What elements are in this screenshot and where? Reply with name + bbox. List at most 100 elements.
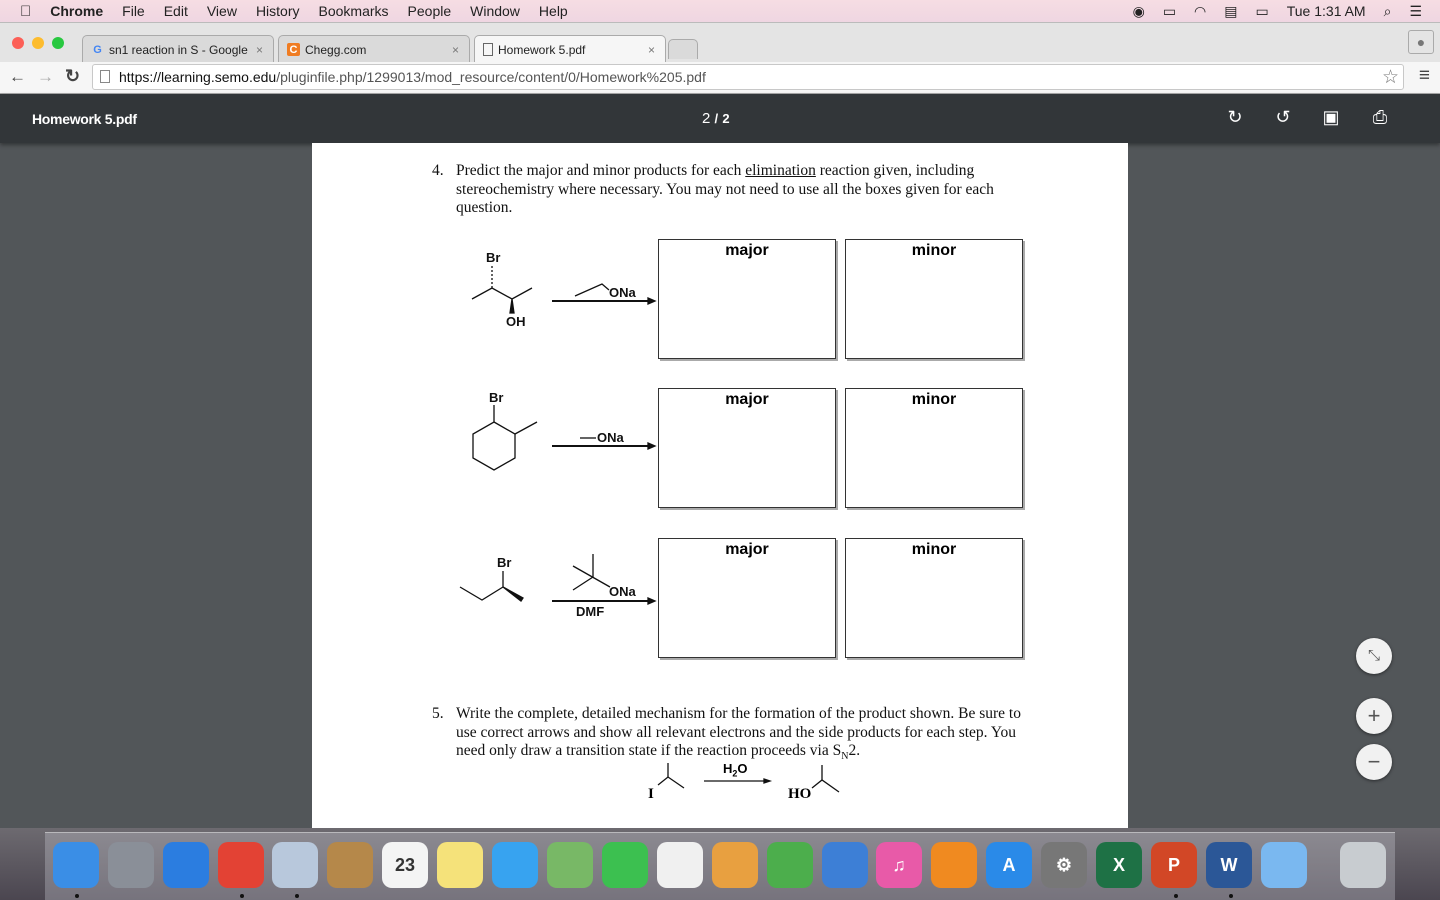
running-indicator xyxy=(75,894,79,898)
wifi-icon[interactable]: ◠ xyxy=(1194,3,1206,20)
zoom-in-button[interactable]: + xyxy=(1356,698,1392,734)
page-separator: / xyxy=(714,111,719,126)
forward-icon[interactable]: → xyxy=(37,67,54,87)
page-icon xyxy=(100,70,110,83)
box-label: major xyxy=(725,541,769,558)
battery-icon[interactable]: ▭ xyxy=(1256,3,1269,20)
dock-chrome-icon[interactable] xyxy=(218,842,264,888)
apple-icon[interactable]:  xyxy=(20,3,31,20)
new-tab-button[interactable] xyxy=(668,39,698,59)
answer-box-1-minor[interactable]: minor xyxy=(845,239,1023,359)
menu-file[interactable]: File xyxy=(122,3,145,19)
dock-word-icon[interactable]: W xyxy=(1206,842,1252,888)
reload-icon[interactable]: ↻ xyxy=(65,66,80,87)
dock-contacts-icon[interactable] xyxy=(327,842,373,888)
menu-people[interactable]: People xyxy=(408,3,452,19)
dock-system-preferences-icon[interactable]: ⚙ xyxy=(1041,842,1087,888)
url-path: /pluginfile.php/1299013/mod_resource/con… xyxy=(276,69,706,85)
dock-facetime-icon[interactable] xyxy=(602,842,648,888)
menu-help[interactable]: Help xyxy=(539,3,568,19)
minimize-window-button[interactable] xyxy=(32,37,44,49)
dock-messages-icon[interactable] xyxy=(492,842,538,888)
fit-page-button[interactable]: ⤡ xyxy=(1356,638,1392,674)
address-bar-row: ← → ↻ https://learning.semo.edu/pluginfi… xyxy=(0,62,1440,94)
dock-trash-icon[interactable] xyxy=(1340,842,1386,888)
dock-numbers-icon[interactable] xyxy=(767,842,813,888)
dock-powerpoint-icon[interactable]: P xyxy=(1151,842,1197,888)
question-5: 5. Write the complete, detailed mechanism… xyxy=(432,705,1036,767)
close-tab-icon[interactable]: × xyxy=(648,43,655,57)
chrome-menu-icon[interactable]: ≡ xyxy=(1419,65,1430,87)
dock-photos-icon[interactable] xyxy=(657,842,703,888)
tab-label: sn1 reaction in S - Google xyxy=(109,42,248,57)
menu-edit[interactable]: Edit xyxy=(164,3,188,19)
rotate-clockwise-icon[interactable]: ↻ xyxy=(1224,107,1246,129)
total-pages: 2 xyxy=(722,111,730,126)
menu-view[interactable]: View xyxy=(207,3,237,19)
page-indicator[interactable]: 2 / 2 xyxy=(702,110,730,127)
dock-maps-icon[interactable] xyxy=(547,842,593,888)
substrate-1: Br OH xyxy=(471,250,533,329)
airplay-icon[interactable]: ▭ xyxy=(1163,3,1176,20)
answer-box-3-minor[interactable]: minor xyxy=(845,538,1023,658)
dock-launchpad-icon[interactable] xyxy=(108,842,154,888)
dock-mail-icon[interactable] xyxy=(272,842,318,888)
dock-excel-icon[interactable]: X xyxy=(1096,842,1142,888)
flag-icon[interactable]: ▤ xyxy=(1224,3,1237,20)
dock-notes-icon[interactable] xyxy=(437,842,483,888)
dock-calendar-icon[interactable]: 23 xyxy=(382,842,428,888)
save-icon[interactable]: ▣ xyxy=(1320,107,1342,129)
rotate-counterclockwise-icon[interactable]: ↺ xyxy=(1272,107,1294,129)
dock-finder-icon[interactable] xyxy=(53,842,99,888)
dock-pages-icon[interactable] xyxy=(712,842,758,888)
profile-icon[interactable]: ● xyxy=(1408,30,1434,54)
answer-box-2-minor[interactable]: minor xyxy=(845,388,1023,508)
question-number: 5. xyxy=(432,705,444,722)
answer-box-2-major[interactable]: major xyxy=(658,388,836,508)
menu-bookmarks[interactable]: Bookmarks xyxy=(319,3,389,19)
box-label: minor xyxy=(911,541,957,558)
notification-center-icon[interactable]: ☰ xyxy=(1409,3,1422,20)
box-label: minor xyxy=(911,242,957,259)
tab-label: Homework 5.pdf xyxy=(498,42,586,57)
current-page[interactable]: 2 xyxy=(702,110,710,127)
menu-window[interactable]: Window xyxy=(470,3,520,19)
dock-safari-icon[interactable] xyxy=(163,842,209,888)
chegg-icon: C xyxy=(287,43,300,56)
dock-ibooks-icon[interactable] xyxy=(931,842,977,888)
bookmark-star-icon[interactable]: ☆ xyxy=(1382,66,1399,89)
iodide-label: I xyxy=(648,786,654,802)
running-indicator xyxy=(1174,894,1178,898)
url-input[interactable]: https://learning.semo.edu/pluginfile.php… xyxy=(92,64,1404,90)
box-label: major xyxy=(725,242,769,259)
reagent-3: ONa xyxy=(609,584,637,599)
zoom-out-button[interactable]: − xyxy=(1356,744,1392,780)
tab-chegg[interactable]: C Chegg.com × xyxy=(278,35,470,63)
document-icon xyxy=(483,43,493,56)
substrate-2: Br xyxy=(472,390,538,471)
tab-homework-pdf[interactable]: Homework 5.pdf × xyxy=(474,35,666,63)
running-indicator xyxy=(1229,894,1233,898)
menu-app[interactable]: Chrome xyxy=(50,3,103,19)
close-window-button[interactable] xyxy=(12,37,24,49)
spotlight-icon[interactable]: ⌕ xyxy=(1384,3,1392,20)
zoom-window-button[interactable] xyxy=(52,37,64,49)
close-tab-icon[interactable]: × xyxy=(256,43,263,57)
answer-box-1-major[interactable]: major xyxy=(658,239,836,359)
tab-label: Chegg.com xyxy=(305,42,367,57)
answer-box-3-major[interactable]: major xyxy=(658,538,836,658)
menu-history[interactable]: History xyxy=(256,3,300,19)
dock-icloud-icon[interactable] xyxy=(1261,842,1307,888)
box-label: major xyxy=(725,391,769,408)
url-host: https://learning.semo.edu xyxy=(119,69,277,85)
tab-google[interactable]: Gsn1 reaction in S - Google × xyxy=(82,35,274,63)
print-icon[interactable]: ⎙ xyxy=(1369,107,1391,129)
close-tab-icon[interactable]: × xyxy=(452,43,459,57)
product-label: HO xyxy=(788,786,812,802)
back-icon[interactable]: ← xyxy=(9,67,26,87)
eye-icon[interactable]: ◉ xyxy=(1133,3,1145,20)
clock[interactable]: Tue 1:31 AM xyxy=(1287,3,1366,19)
dock-itunes-icon[interactable]: ♫ xyxy=(876,842,922,888)
dock-keynote-icon[interactable] xyxy=(822,842,868,888)
dock-app-store-icon[interactable]: A xyxy=(986,842,1032,888)
